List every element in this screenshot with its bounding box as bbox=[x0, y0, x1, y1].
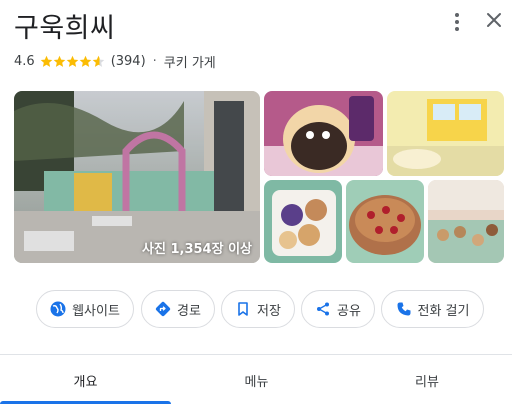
save-button[interactable]: 저장 bbox=[221, 290, 295, 328]
tab-reviews[interactable]: 리뷰 bbox=[342, 355, 512, 405]
rating-score: 4.6 bbox=[14, 54, 35, 69]
globe-icon bbox=[50, 301, 66, 317]
place-title: 구욱희씨 bbox=[14, 13, 116, 44]
directions-icon bbox=[155, 301, 171, 317]
call-label: 전화 걸기 bbox=[417, 303, 470, 319]
star-icon bbox=[66, 55, 78, 67]
call-button[interactable]: 전화 걸기 bbox=[381, 290, 484, 328]
photo-interior[interactable] bbox=[387, 91, 504, 176]
photo-main[interactable]: 사진 1,354장 이상 bbox=[14, 91, 260, 263]
share-button[interactable]: 공유 bbox=[301, 290, 375, 328]
photo-count-label: 사진 1,354장 이상 bbox=[142, 242, 252, 257]
more-vert-icon bbox=[455, 13, 459, 17]
directions-button[interactable]: 경로 bbox=[141, 290, 215, 328]
phone-icon bbox=[397, 302, 410, 316]
photo-cookie-plate[interactable] bbox=[264, 180, 342, 263]
star-icon bbox=[92, 55, 104, 67]
active-tab-indicator bbox=[0, 401, 171, 404]
tab-menu[interactable]: 메뉴 bbox=[171, 355, 342, 405]
save-label: 저장 bbox=[257, 303, 281, 319]
website-button[interactable]: 웹사이트 bbox=[36, 290, 134, 328]
star-icon bbox=[79, 55, 91, 67]
place-category[interactable]: 쿠키 가게 bbox=[164, 52, 216, 71]
photo-display[interactable] bbox=[428, 180, 504, 263]
share-icon bbox=[317, 302, 330, 316]
tab-overview[interactable]: 개요 bbox=[0, 355, 171, 405]
close-icon bbox=[487, 13, 501, 27]
star-icon bbox=[53, 55, 65, 67]
share-label: 공유 bbox=[337, 303, 361, 319]
more-options-button[interactable] bbox=[447, 12, 467, 32]
bookmark-icon bbox=[238, 302, 248, 316]
directions-label: 경로 bbox=[177, 303, 201, 319]
review-count-link[interactable]: (394) bbox=[111, 54, 146, 69]
close-button[interactable] bbox=[484, 10, 504, 30]
rating-stars bbox=[40, 55, 105, 68]
photo-cake[interactable] bbox=[346, 180, 424, 263]
photo-cookie-closeup[interactable] bbox=[264, 91, 383, 176]
separator-dot: · bbox=[152, 54, 157, 69]
website-label: 웹사이트 bbox=[72, 303, 120, 319]
rating-row: 4.6 (394) · 쿠키 가게 bbox=[14, 52, 216, 71]
star-icon bbox=[40, 55, 52, 67]
